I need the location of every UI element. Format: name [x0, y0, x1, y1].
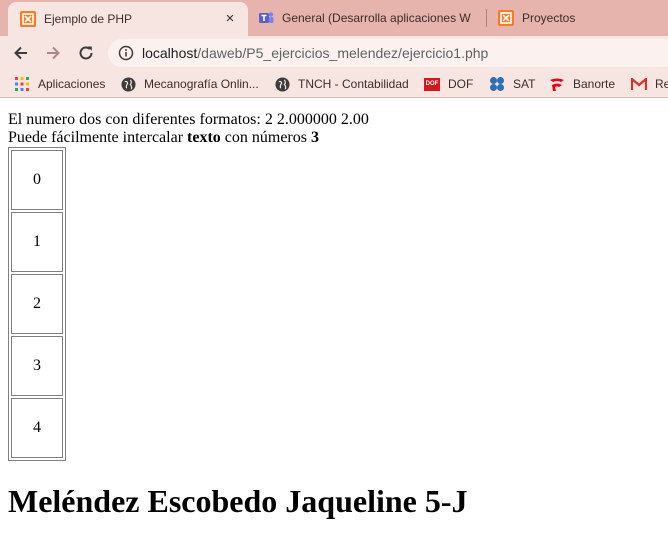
bookmark-label: TNCH - Contabilidad: [298, 77, 409, 91]
bookmark-sat[interactable]: SAT: [489, 75, 535, 93]
dof-icon: DOF: [424, 76, 440, 92]
bookmarks-bar: Aplicaciones Mecanografía Onlin... TNCH …: [0, 70, 668, 98]
reload-button[interactable]: [73, 40, 99, 66]
numbers-table: 0 1 2 3 4: [8, 147, 66, 461]
dof-badge: DOF: [424, 77, 440, 91]
bookmark-dof[interactable]: DOF DOF: [424, 75, 473, 93]
arrow-left-icon: [14, 46, 27, 60]
gmail-icon: [631, 76, 647, 92]
table-row: 0: [11, 150, 63, 210]
arrow-right-icon: [47, 46, 60, 60]
bookmark-label: Banorte: [573, 77, 616, 91]
globe-icon: [274, 76, 290, 92]
bookmark-tnch[interactable]: TNCH - Contabilidad: [274, 75, 409, 93]
apps-grid-icon: [14, 76, 30, 92]
table-cell: 1: [11, 212, 63, 272]
address-bar[interactable]: localhost/daweb/P5_ejercicios_melendez/e…: [108, 39, 668, 67]
forward-button[interactable]: [40, 40, 66, 66]
bookmark-label: SAT: [513, 77, 536, 91]
bookmark-label: Aplicaciones: [38, 77, 106, 91]
close-tab-icon[interactable]: ×: [222, 11, 238, 27]
xampp-icon: [498, 10, 514, 26]
author-heading: Meléndez Escobedo Jaqueline 5-J: [8, 483, 468, 519]
mixed-text-mid: con números: [220, 129, 311, 146]
bookmark-label: Re: [655, 77, 668, 91]
table-row: 3: [11, 336, 63, 396]
url-text: localhost/daweb/P5_ejercicios_melendez/e…: [142, 45, 488, 61]
tab-ejemplo-php[interactable]: Ejemplo de PHP ×: [8, 2, 248, 36]
formats-line: El numero dos con diferentes formatos: 2…: [8, 111, 369, 128]
table-row: 2: [11, 274, 63, 334]
table-cell: 2: [11, 274, 63, 334]
mixed-text-prefix: Puede fácilmente intercalar: [8, 129, 188, 146]
tab-strip: Ejemplo de PHP × General (Desarrolla apl…: [0, 0, 668, 36]
tab-title: Proyectos: [522, 11, 576, 25]
xampp-icon: [20, 11, 36, 27]
bookmark-mecanografia[interactable]: Mecanografía Onlin...: [120, 75, 259, 93]
bookmark-label: DOF: [448, 77, 474, 91]
info-icon[interactable]: [118, 45, 134, 61]
table-cell: 0: [11, 150, 63, 210]
table-cell: 3: [11, 336, 63, 396]
url-path: /daweb/P5_ejercicios_melendez/ejercicio1…: [197, 45, 489, 61]
globe-icon: [120, 76, 136, 92]
tab-general-teams[interactable]: General (Desarrolla aplicaciones W: [258, 0, 474, 36]
back-button[interactable]: [8, 40, 34, 66]
browser-toolbar: localhost/daweb/P5_ejercicios_melendez/e…: [0, 36, 668, 70]
banorte-icon: [549, 76, 565, 92]
tab-proyectos[interactable]: Proyectos: [498, 0, 658, 36]
tab-title: Ejemplo de PHP: [44, 12, 133, 26]
bookmark-gmail[interactable]: Re: [631, 75, 668, 93]
teams-icon: [259, 12, 274, 23]
sat-icon: [489, 76, 505, 92]
bookmark-aplicaciones[interactable]: Aplicaciones: [14, 75, 105, 93]
bold-number: 3: [310, 129, 319, 146]
table-cell: 4: [11, 398, 63, 458]
tab-title: General (Desarrolla aplicaciones W: [282, 11, 471, 25]
mixed-text-line: Puede fácilmente intercalar texto con nú…: [8, 129, 468, 147]
page-content: El numero dos con diferentes formatos: 2…: [8, 111, 468, 519]
table-row: 1: [11, 212, 63, 272]
table-row: 4: [11, 398, 63, 458]
url-host: localhost: [142, 45, 198, 61]
tab-separator: [486, 9, 487, 27]
bold-word-texto: texto: [187, 129, 221, 146]
reload-icon: [79, 46, 93, 60]
bookmark-label: Mecanografía Onlin...: [144, 77, 259, 91]
bookmark-banorte[interactable]: Banorte: [549, 75, 615, 93]
